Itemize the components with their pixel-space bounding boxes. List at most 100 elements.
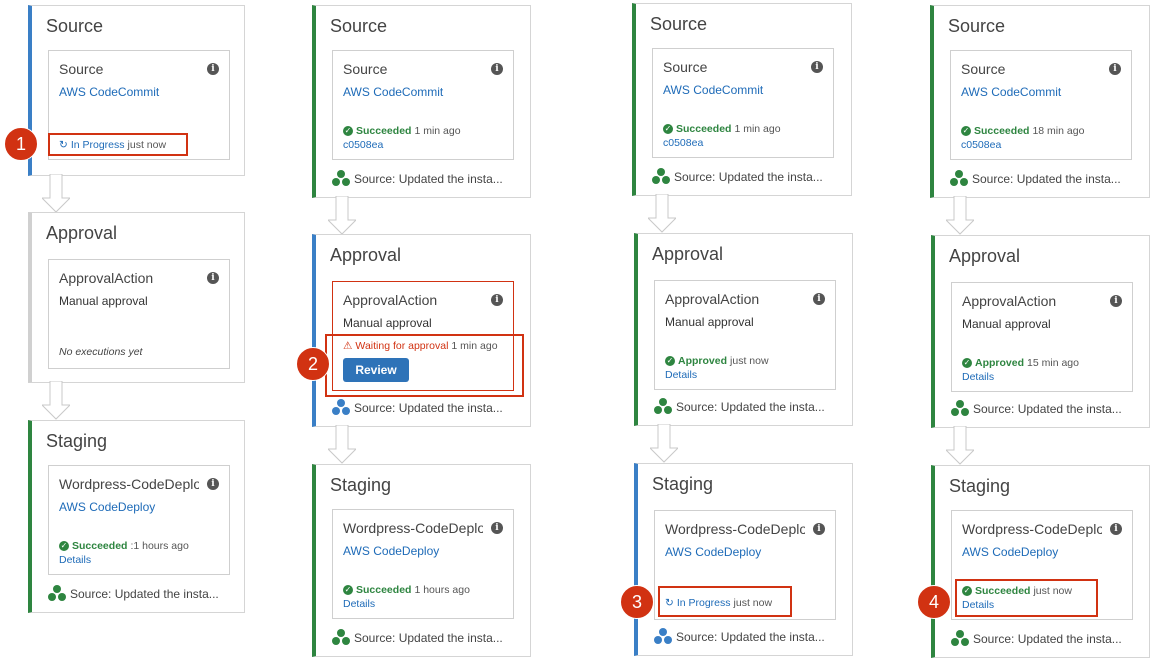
source-action-card[interactable]: Source i AWS CodeCommit ✓ Succeeded 1 mi…	[332, 50, 514, 160]
status-label: Succeeded	[974, 125, 1030, 137]
approval-stage: Approval ApprovalAction i Manual approva…	[28, 212, 245, 383]
approval-action-card[interactable]: ApprovalAction i Manual approval No exec…	[48, 259, 230, 369]
down-arrow-icon	[650, 424, 678, 463]
provider-label: Manual approval	[665, 315, 754, 329]
revision-summary[interactable]: Source: Updated the insta...	[48, 585, 219, 603]
info-icon[interactable]: i	[813, 293, 825, 305]
details-link[interactable]: Details	[962, 371, 994, 383]
deploy-action-card[interactable]: Wordpress-CodeDeplo... i AWS CodeDeploy …	[48, 465, 230, 575]
commit-link[interactable]: c0508ea	[343, 139, 383, 151]
info-icon[interactable]: i	[1110, 295, 1122, 307]
action-name: Wordpress-CodeDeplo...	[59, 476, 199, 492]
status-succeeded: ✓ Succeeded 18 min ago	[961, 125, 1084, 137]
staging-stage: Staging Wordpress-CodeDeplo... i AWS Cod…	[312, 464, 531, 657]
stage-title: Approval	[652, 244, 724, 264]
highlight-box-2	[325, 334, 524, 397]
status-label: Approved	[975, 357, 1025, 369]
provider-link[interactable]: AWS CodeDeploy	[962, 545, 1058, 559]
stage-title: Source	[650, 14, 708, 34]
provider-label: Manual approval	[343, 316, 432, 330]
deploy-action-card[interactable]: Wordpress-CodeDeplo... i AWS CodeDeploy …	[332, 509, 514, 619]
revision-icon	[654, 628, 672, 646]
revision-icon	[332, 629, 350, 647]
action-name: Source	[59, 61, 104, 77]
revision-summary[interactable]: Source: Updated the insta...	[332, 399, 503, 417]
status-time: 18 min ago	[1032, 125, 1085, 137]
provider-label: Manual approval	[962, 317, 1051, 331]
info-icon[interactable]: i	[811, 61, 823, 73]
info-icon[interactable]: i	[491, 63, 503, 75]
info-icon[interactable]: i	[1109, 63, 1121, 75]
revision-summary[interactable]: Source: Updated the insta...	[951, 400, 1122, 418]
revision-icon	[654, 398, 672, 416]
revision-text: Source: Updated the insta...	[674, 170, 823, 184]
approval-action-card[interactable]: ApprovalAction i Manual approval ✓ Appro…	[951, 282, 1133, 392]
status-succeeded: ✓ Succeeded :1 hours ago	[59, 540, 189, 552]
step-marker-1: 1	[4, 127, 38, 161]
status-time: 15 min ago	[1027, 357, 1079, 369]
check-circle-icon: ✓	[663, 124, 673, 134]
revision-text: Source: Updated the insta...	[354, 401, 503, 415]
info-icon[interactable]: i	[491, 294, 503, 306]
source-action-card[interactable]: Source i AWS CodeCommit ✓ Succeeded 18 m…	[950, 50, 1132, 160]
provider-link[interactable]: AWS CodeDeploy	[343, 544, 439, 558]
info-icon[interactable]: i	[207, 272, 219, 284]
provider-link[interactable]: AWS CodeDeploy	[665, 545, 761, 559]
revision-summary[interactable]: Source: Updated the insta...	[654, 398, 825, 416]
status-time: 1 min ago	[414, 125, 461, 137]
provider-link[interactable]: AWS CodeCommit	[343, 85, 443, 99]
provider-link[interactable]: AWS CodeCommit	[59, 85, 159, 99]
approval-action-card[interactable]: ApprovalAction i Manual approval ✓ Appro…	[654, 280, 836, 390]
commit-link[interactable]: c0508ea	[961, 139, 1001, 151]
revision-text: Source: Updated the insta...	[676, 630, 825, 644]
info-icon[interactable]: i	[813, 523, 825, 535]
status-time: 1 hours ago	[414, 584, 470, 596]
down-arrow-icon	[328, 425, 356, 464]
status-label: Succeeded	[676, 123, 732, 135]
info-icon[interactable]: i	[207, 63, 219, 75]
revision-text: Source: Updated the insta...	[354, 172, 503, 186]
revision-text: Source: Updated the insta...	[973, 632, 1122, 646]
info-icon[interactable]: i	[491, 522, 503, 534]
revision-summary[interactable]: Source: Updated the insta...	[950, 170, 1121, 188]
revision-summary[interactable]: Source: Updated the insta...	[951, 630, 1122, 648]
provider-link[interactable]: AWS CodeDeploy	[59, 500, 155, 514]
stage-title: Approval	[330, 245, 402, 265]
source-action-card[interactable]: Source i AWS CodeCommit ✓ Succeeded 1 mi…	[652, 48, 834, 158]
approval-stage: Approval ApprovalAction i Manual approva…	[931, 235, 1150, 428]
status-label: Approved	[678, 355, 728, 367]
details-link[interactable]: Details	[59, 554, 91, 566]
revision-summary[interactable]: Source: Updated the insta...	[332, 629, 503, 647]
provider-link[interactable]: AWS CodeCommit	[961, 85, 1061, 99]
status-approved: ✓ Approved just now	[665, 355, 769, 367]
step-marker-4: 4	[917, 585, 951, 619]
action-name: ApprovalAction	[665, 291, 760, 307]
no-executions-label: No executions yet	[59, 346, 143, 358]
action-name: ApprovalAction	[59, 270, 154, 286]
provider-link[interactable]: AWS CodeCommit	[663, 83, 763, 97]
highlight-box-3	[658, 586, 792, 617]
check-circle-icon: ✓	[962, 358, 972, 368]
commit-link[interactable]: c0508ea	[663, 137, 703, 149]
step-marker-2: 2	[296, 347, 330, 381]
status-succeeded: ✓ Succeeded 1 min ago	[343, 125, 461, 137]
status-time: just now	[730, 355, 769, 367]
revision-icon	[652, 168, 670, 186]
stage-title: Source	[46, 16, 104, 36]
down-arrow-icon	[42, 381, 70, 420]
info-icon[interactable]: i	[1110, 523, 1122, 535]
revision-icon	[332, 170, 350, 188]
stage-title: Staging	[949, 476, 1011, 496]
status-label: Succeeded	[356, 125, 412, 137]
revision-summary[interactable]: Source: Updated the insta...	[652, 168, 823, 186]
stage-title: Staging	[46, 431, 108, 451]
revision-summary[interactable]: Source: Updated the insta...	[332, 170, 503, 188]
details-link[interactable]: Details	[665, 369, 697, 381]
down-arrow-icon	[946, 196, 974, 235]
revision-summary[interactable]: Source: Updated the insta...	[654, 628, 825, 646]
source-stage: Source Source i AWS CodeCommit ✓ Succeed…	[632, 3, 852, 196]
info-icon[interactable]: i	[207, 478, 219, 490]
status-time: 1 min ago	[734, 123, 781, 135]
details-link[interactable]: Details	[343, 598, 375, 610]
status-succeeded: ✓ Succeeded 1 hours ago	[343, 584, 470, 596]
